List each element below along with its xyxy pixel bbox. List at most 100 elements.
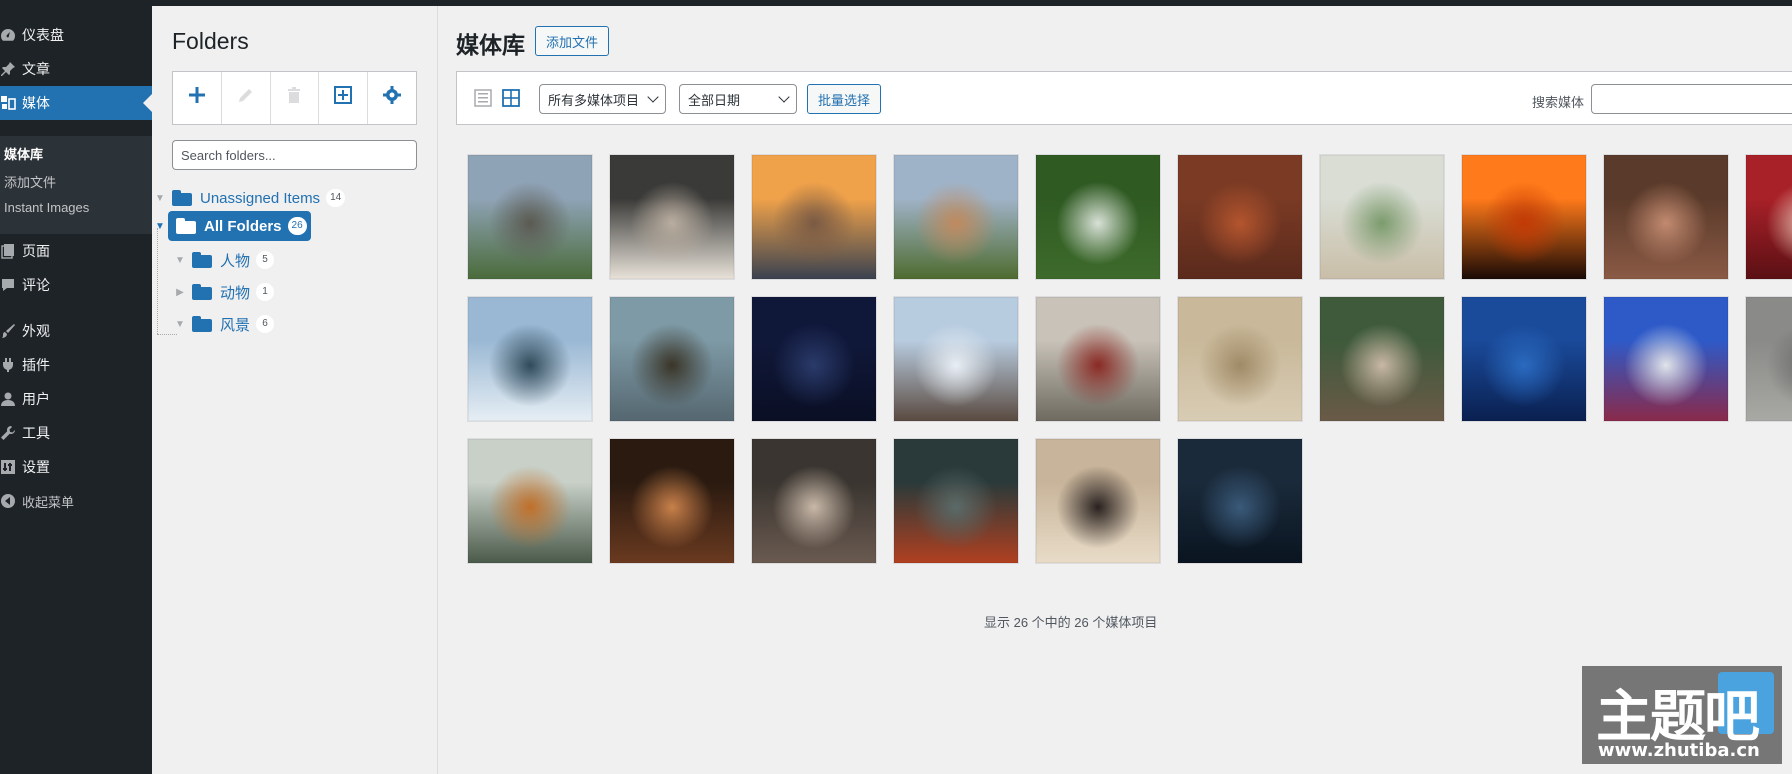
media-thumbnail-rocky-mountain[interactable]	[467, 154, 593, 280]
media-thumbnail-city-sunset[interactable]	[751, 154, 877, 280]
folder-count-badge: 5	[256, 251, 275, 269]
media-icon	[0, 95, 22, 111]
media-thumbnail-half-dome[interactable]	[893, 154, 1019, 280]
folder-search-input[interactable]	[172, 140, 417, 170]
caret-right-icon[interactable]: ▶	[172, 287, 188, 298]
brush-icon	[0, 323, 22, 339]
folder-label: 风景	[220, 316, 251, 334]
chevron-down-icon	[647, 91, 659, 103]
menu-item-label: 页面	[22, 243, 50, 259]
submenu-add-file[interactable]: 添加文件	[4, 172, 56, 191]
page-title: 媒体库	[456, 32, 525, 58]
delete-icon	[284, 85, 304, 111]
page-icon	[0, 243, 22, 259]
folder-settings-button[interactable]	[368, 72, 416, 124]
folders-title: Folders	[172, 28, 249, 54]
folder-landscape[interactable]: ▼ 风景 6	[172, 311, 275, 337]
media-thumbnail-cat[interactable]	[467, 438, 593, 564]
menu-item-comments[interactable]: 评论	[0, 268, 152, 302]
bulk-select-button[interactable]: 批量选择	[807, 84, 882, 114]
caret-down-icon: ▼	[175, 318, 185, 330]
media-thumbnail-train-interior[interactable]	[1035, 296, 1161, 422]
caret-down-icon[interactable]: ▼	[152, 221, 168, 232]
new-folder-button[interactable]	[173, 72, 222, 124]
menu-item-dashboard[interactable]: 仪表盘	[0, 18, 152, 52]
media-thumbnail-camera-hands[interactable]	[1177, 438, 1303, 564]
media-thumbnail-woman-back[interactable]	[1603, 154, 1729, 280]
media-thumbnail-lighthouse[interactable]	[609, 296, 735, 422]
media-thumbnail-wheat[interactable]	[1177, 296, 1303, 422]
menu-item-pages[interactable]: 页面	[0, 234, 152, 268]
folder-open-icon	[192, 252, 214, 268]
menu-item-plugins[interactable]: 插件	[0, 348, 152, 382]
media-thumbnail-couple-stairs[interactable]	[1035, 438, 1161, 564]
media-type-select[interactable]: 所有多媒体项目	[539, 84, 667, 114]
search-media-input[interactable]	[1591, 84, 1792, 114]
media-thumbnail-seal[interactable]	[609, 154, 735, 280]
folder-count-badge: 26	[287, 217, 307, 235]
delete-folder-button[interactable]	[271, 72, 320, 124]
media-type-value: 所有多媒体项目	[548, 92, 640, 108]
media-toolbar: 所有多媒体项目 全部日期 批量选择 搜索媒体	[456, 71, 1792, 125]
menu-item-label: 用户	[22, 391, 50, 407]
folder-open-icon	[192, 316, 214, 332]
caret-down-icon: ▼	[175, 254, 185, 266]
date-select[interactable]: 全部日期	[679, 84, 797, 114]
media-thumbnail-waterfall[interactable]	[1035, 154, 1161, 280]
submenu-instant-images[interactable]: Instant Images	[4, 200, 89, 215]
add-subfolder-icon	[333, 85, 353, 111]
media-thumbnail-abstract-brown[interactable]	[609, 438, 735, 564]
submenu-media-library[interactable]: 媒体库	[4, 144, 43, 163]
media-thumbnail-sunset-silhouette[interactable]	[1461, 154, 1587, 280]
admin-sidebar: 仪表盘 文章 媒体 媒体库 添加文件 Instant Images 页面 评论 …	[0, 6, 152, 774]
folder-open-icon	[172, 190, 194, 206]
folder-count-badge: 14	[326, 189, 346, 207]
menu-item-label: 评论	[22, 277, 50, 293]
folder-all[interactable]: All Folders 26	[168, 211, 311, 241]
date-value: 全部日期	[688, 92, 741, 108]
media-thumbnail-blur-face[interactable]	[751, 438, 877, 564]
menu-item-appearance[interactable]: 外观	[0, 314, 152, 348]
media-thumbnail-red-partial[interactable]	[1745, 154, 1792, 280]
media-thumbnail-lake-boat[interactable]	[893, 438, 1019, 564]
media-library-main: 媒体库 添加文件 所有多媒体项目 全部日期 批量选择 搜索媒体 显示 26 个中…	[438, 6, 1792, 774]
folder-toolbar	[172, 71, 417, 125]
dashboard-icon	[0, 27, 22, 43]
folder-animals[interactable]: ▶ 动物 1	[172, 279, 275, 305]
comment-icon	[0, 277, 22, 293]
rename-folder-button[interactable]	[222, 72, 271, 124]
folder-all-row[interactable]: ▼ All Folders 26	[152, 211, 311, 241]
list-view-icon[interactable]	[473, 88, 493, 108]
chevron-down-icon	[778, 91, 790, 103]
add-icon	[187, 85, 207, 111]
media-thumbnail-starry-sky[interactable]	[751, 296, 877, 422]
media-thumbnail-red-hair-woman[interactable]	[1177, 154, 1303, 280]
menu-item-label: 仪表盘	[22, 27, 64, 43]
folder-count-badge: 6	[256, 315, 275, 333]
add-new-file-button[interactable]: 添加文件	[535, 26, 610, 56]
folder-open-icon	[176, 218, 198, 234]
media-thumbnail-blossom-building[interactable]	[1603, 296, 1729, 422]
grid-view-icon[interactable]	[501, 88, 521, 108]
menu-item-settings[interactable]: 设置	[0, 450, 152, 484]
add-subfolder-button[interactable]	[319, 72, 369, 124]
menu-item-posts[interactable]: 文章	[0, 52, 152, 86]
media-thumbnail-snow-village[interactable]	[893, 296, 1019, 422]
media-thumbnail-grey-partial[interactable]	[1745, 296, 1792, 422]
media-thumbnail-window-palm[interactable]	[1319, 154, 1445, 280]
folder-label: 动物	[220, 284, 251, 302]
media-thumbnail-star-trails[interactable]	[1461, 296, 1587, 422]
menu-item-label: 工具	[22, 425, 50, 441]
menu-item-tools[interactable]: 工具	[0, 416, 152, 450]
media-thumbnail-palm-beach[interactable]	[1319, 296, 1445, 422]
menu-item-media[interactable]: 媒体	[0, 86, 152, 120]
menu-item-users[interactable]: 用户	[0, 382, 152, 416]
media-thumbnail-snow-forest[interactable]	[467, 296, 593, 422]
search-media-label: 搜索媒体	[1532, 95, 1585, 110]
menu-item-label: 收起菜单	[22, 494, 75, 510]
folder-people[interactable]: ▼ 人物 5	[172, 247, 275, 273]
watermark-logo: 主题吧 www.zhutiba.cn	[1582, 666, 1782, 764]
menu-item-collapse[interactable]: 收起菜单	[0, 484, 152, 518]
folder-unassigned[interactable]: ▼ Unassigned Items 14	[152, 185, 346, 211]
media-submenu: 媒体库 添加文件 Instant Images	[0, 136, 152, 234]
